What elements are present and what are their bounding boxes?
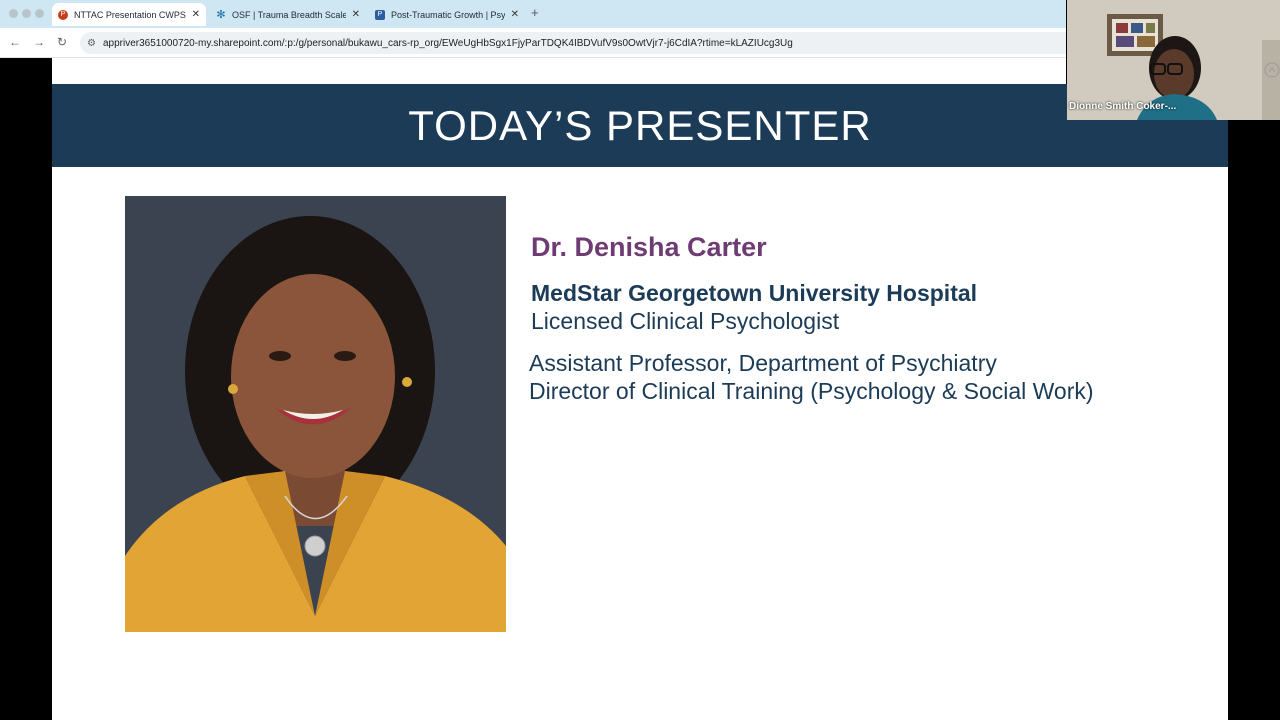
tab-title: NTTAC Presentation CWPS T: [74, 9, 186, 20]
powerpoint-icon: P: [58, 9, 68, 20]
tab-post-traumatic-growth[interactable]: P Post-Traumatic Growth | Psyc ✕: [369, 3, 525, 26]
apa-icon: P: [375, 9, 385, 20]
browser-tab-bar: P NTTAC Presentation CWPS T ✕ ✻ OSF | Tr…: [0, 0, 1066, 28]
tab-title: Post-Traumatic Growth | Psyc: [391, 9, 505, 20]
presentation-slide: TODAY’S PRESENTER Dr. Denisha Carter Med…: [52, 84, 1228, 720]
window-close-button[interactable]: [9, 9, 18, 18]
slide-title: TODAY’S PRESENTER: [408, 101, 872, 149]
participant-video-tile[interactable]: Dionne Smith Coker-...: [1067, 0, 1280, 120]
tab-title: OSF | Trauma Breadth Scale: [232, 9, 346, 20]
presenter-position-2: Director of Clinical Training (Psycholog…: [529, 378, 1094, 404]
window-maximize-button[interactable]: [35, 9, 44, 18]
close-tab-icon[interactable]: ✕: [192, 9, 200, 20]
address-bar[interactable]: ⚙ appriver3651000720-my.sharepoint.com/:…: [80, 32, 1066, 54]
tab-nttac-presentation[interactable]: P NTTAC Presentation CWPS T ✕: [52, 3, 206, 26]
slide-top-margin: [52, 58, 1228, 84]
participant-name-label: Dionne Smith Coker-...: [1069, 101, 1177, 112]
scroll-up-icon[interactable]: [1264, 50, 1280, 90]
new-tab-button[interactable]: +: [531, 5, 539, 20]
osf-icon: ✻: [216, 9, 226, 21]
presenter-photo: [125, 196, 506, 632]
browser-toolbar: ← → ↻ ⚙ appriver3651000720-my.sharepoint…: [0, 28, 1066, 58]
presenter-position-1: Assistant Professor, Department of Psych…: [529, 350, 997, 376]
slide-title-banner: TODAY’S PRESENTER: [52, 84, 1228, 167]
url-text: appriver3651000720-my.sharepoint.com/:p:…: [102, 37, 793, 49]
presenter-role: Licensed Clinical Psychologist: [531, 308, 840, 334]
presenter-name: Dr. Denisha Carter: [531, 232, 767, 262]
close-tab-icon[interactable]: ✕: [352, 9, 360, 20]
back-arrow-icon[interactable]: ←: [9, 35, 21, 49]
forward-arrow-icon[interactable]: →: [33, 35, 45, 49]
presenter-portrait-image: [125, 196, 506, 632]
presenter-hospital: MedStar Georgetown University Hospital: [531, 280, 978, 306]
close-tab-icon[interactable]: ✕: [511, 9, 519, 20]
screen: P NTTAC Presentation CWPS T ✕ ✻ OSF | Tr…: [0, 0, 1280, 720]
site-settings-icon[interactable]: ⚙: [87, 38, 96, 49]
tab-osf-trauma-scale[interactable]: ✻ OSF | Trauma Breadth Scale ✕: [210, 3, 366, 26]
reload-icon[interactable]: ↻: [57, 35, 67, 49]
window-minimize-button[interactable]: [22, 9, 31, 18]
